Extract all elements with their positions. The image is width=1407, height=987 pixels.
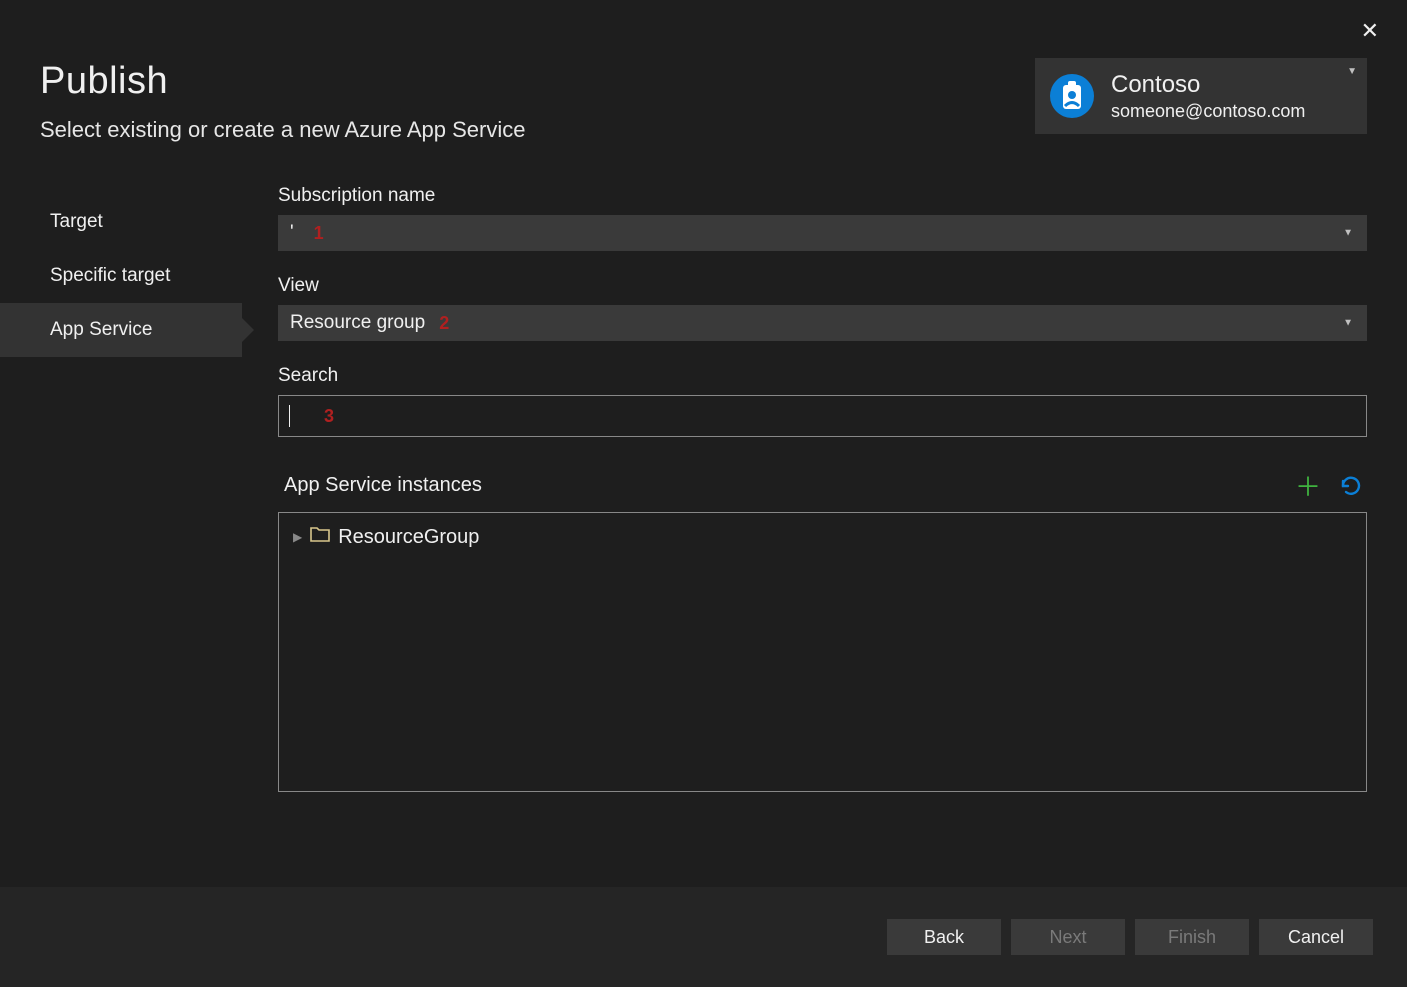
account-selector[interactable]: Contoso someone@contoso.com ▼ bbox=[1035, 58, 1367, 134]
sidebar-item-app-service[interactable]: App Service bbox=[0, 303, 242, 357]
account-name: Contoso bbox=[1111, 70, 1333, 100]
cancel-button[interactable]: Cancel bbox=[1259, 919, 1373, 955]
sidebar-item-label: App Service bbox=[50, 319, 152, 340]
subscription-dropdown[interactable]: ' 1 ▼ bbox=[278, 215, 1367, 251]
next-button[interactable]: Next bbox=[1011, 919, 1125, 955]
chevron-down-icon: ▼ bbox=[1347, 66, 1357, 77]
text-cursor bbox=[289, 405, 290, 427]
sidebar-item-target[interactable]: Target bbox=[0, 195, 242, 249]
view-label: View bbox=[278, 275, 1367, 297]
sidebar: Target Specific target App Service bbox=[0, 185, 242, 887]
refresh-icon[interactable] bbox=[1339, 467, 1363, 504]
instances-header: App Service instances ＋ bbox=[278, 467, 1367, 504]
chevron-down-icon: ▼ bbox=[1343, 318, 1353, 329]
search-label: Search bbox=[278, 365, 1367, 387]
view-value: Resource group bbox=[290, 312, 425, 334]
publish-dialog: ✕ Contoso someone@contoso.com ▼ Publish … bbox=[0, 0, 1407, 987]
finish-button[interactable]: Finish bbox=[1135, 919, 1249, 955]
dialog-body: Target Specific target App Service Subsc… bbox=[0, 163, 1407, 887]
main-panel: Subscription name ' 1 ▼ View Resource gr… bbox=[242, 185, 1367, 887]
account-text: Contoso someone@contoso.com bbox=[1111, 70, 1333, 123]
tree-item-resource-group[interactable]: ▶ ResourceGroup bbox=[289, 521, 1356, 553]
sidebar-item-label: Target bbox=[50, 211, 103, 232]
back-button[interactable]: Back bbox=[887, 919, 1001, 955]
sidebar-item-specific-target[interactable]: Specific target bbox=[0, 249, 242, 303]
annotation-2: 2 bbox=[439, 313, 449, 334]
annotation-1: 1 bbox=[314, 223, 324, 244]
account-badge-icon bbox=[1047, 71, 1097, 121]
annotation-3: 3 bbox=[324, 406, 334, 427]
sidebar-item-label: Specific target bbox=[50, 265, 170, 286]
view-dropdown[interactable]: Resource group 2 ▼ bbox=[278, 305, 1367, 341]
expand-icon[interactable]: ▶ bbox=[293, 530, 302, 544]
tree-item-label: ResourceGroup bbox=[338, 526, 479, 549]
close-button[interactable]: ✕ bbox=[1361, 18, 1379, 44]
instances-tree[interactable]: ▶ ResourceGroup bbox=[278, 512, 1367, 792]
add-icon[interactable]: ＋ bbox=[1295, 467, 1321, 504]
folder-icon bbox=[310, 525, 330, 549]
chevron-down-icon: ▼ bbox=[1343, 228, 1353, 239]
subscription-value: ' bbox=[290, 222, 294, 244]
subscription-label: Subscription name bbox=[278, 185, 1367, 207]
instances-label: App Service instances bbox=[278, 474, 482, 497]
account-email: someone@contoso.com bbox=[1111, 100, 1333, 123]
dialog-footer: Back Next Finish Cancel bbox=[0, 887, 1407, 987]
search-input-wrapper[interactable]: 3 bbox=[278, 395, 1367, 437]
